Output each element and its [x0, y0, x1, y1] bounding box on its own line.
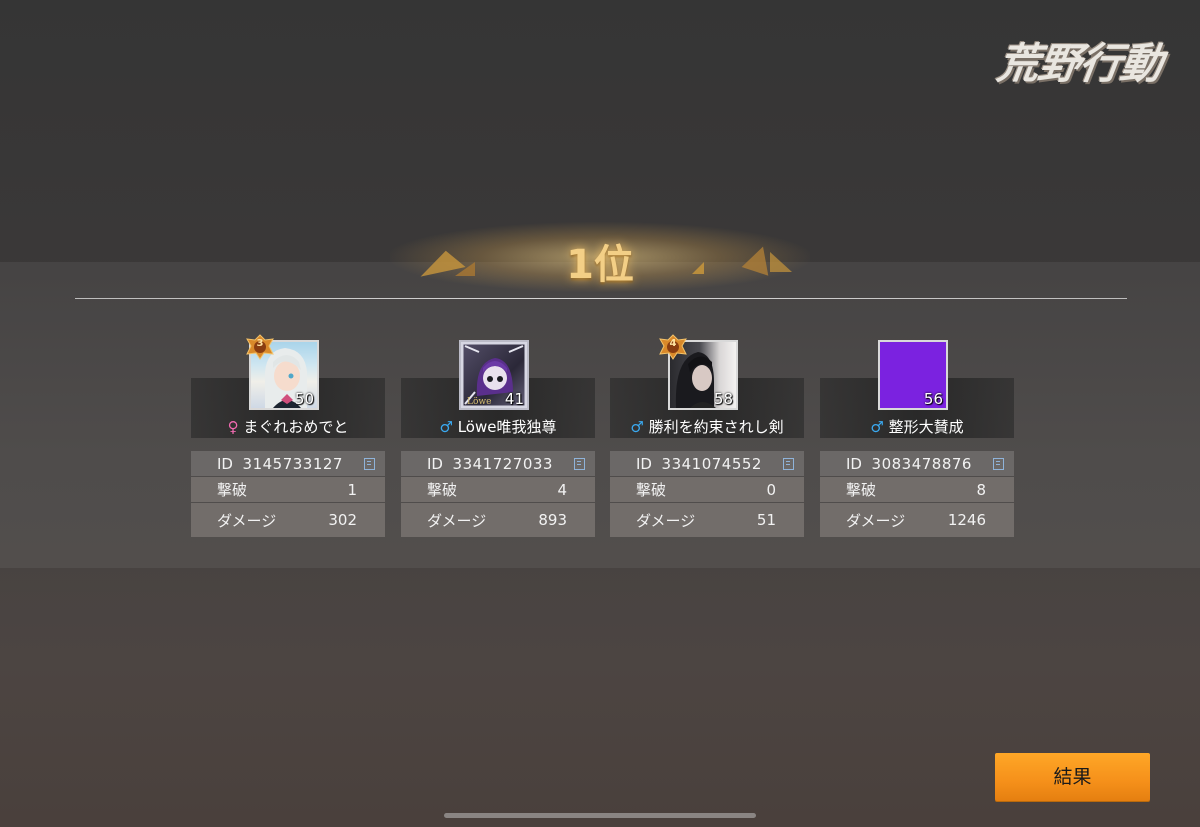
id-label: ID — [636, 454, 652, 473]
player-name-line: ♂ 整形大賛成 — [820, 416, 1014, 437]
home-indicator[interactable] — [444, 813, 756, 818]
damage-value: 302 — [328, 511, 357, 529]
svg-text:Löwe: Löwe — [467, 397, 491, 407]
rank-badge-number: 3 — [256, 338, 264, 349]
damage-label: ダメージ — [636, 511, 696, 530]
damage-row: ダメージ 302 — [191, 503, 385, 537]
damage-row: ダメージ 893 — [401, 503, 595, 537]
copy-icon[interactable] — [574, 457, 585, 470]
player-id: 3341074552 — [661, 454, 762, 473]
player-stats: ID 3083478876 撃破 8 ダメージ 1246 — [820, 451, 1014, 538]
rank-badge-icon: 3 — [245, 334, 274, 360]
result-button[interactable]: 結果 — [995, 753, 1150, 801]
player-id: 3341727033 — [452, 454, 553, 473]
rank-badge-icon: 4 — [658, 334, 687, 360]
level-label: 50 — [294, 390, 314, 408]
kills-row: 撃破 8 — [820, 477, 1014, 502]
rank-badge-number: 4 — [669, 338, 677, 349]
player-stats: ID 3341074552 撃破 0 ダメージ 51 — [610, 451, 804, 538]
player-name: まぐれおめでと — [243, 418, 349, 436]
level-label: 58 — [713, 390, 733, 408]
kills-row: 撃破 1 — [191, 477, 385, 502]
male-gender-icon: ♂ — [870, 418, 884, 436]
damage-value: 893 — [538, 511, 567, 529]
player-name: 勝利を約束されし剣 — [648, 418, 784, 436]
player-name-line: ♂ 勝利を約束されし剣 — [610, 416, 804, 437]
level-label: 41 — [504, 390, 524, 408]
copy-icon[interactable] — [993, 457, 1004, 470]
id-label: ID — [217, 454, 233, 473]
copy-icon[interactable] — [364, 457, 375, 470]
player-name: 整形大賛成 — [888, 418, 964, 436]
kills-row: 撃破 0 — [610, 477, 804, 502]
kills-label: 撃破 — [217, 481, 248, 499]
player-name-line: ♀ まぐれおめでと — [191, 416, 385, 437]
kills-label: 撃破 — [636, 481, 667, 499]
male-gender-icon: ♂ — [630, 418, 644, 436]
player-stats: ID 3145733127 撃破 1 ダメージ 302 — [191, 451, 385, 538]
player-id: 3145733127 — [242, 454, 343, 473]
avatar[interactable]: 56 — [878, 340, 948, 410]
kills-label: 撃破 — [427, 481, 458, 499]
damage-label: ダメージ — [427, 511, 487, 530]
damage-value: 51 — [756, 511, 776, 529]
kills-label: 撃破 — [846, 481, 877, 499]
kills-value: 0 — [766, 480, 776, 499]
damage-value: 1246 — [947, 511, 986, 529]
player-id-row: ID 3145733127 — [191, 451, 385, 476]
level-label: 56 — [923, 390, 943, 408]
kills-value: 1 — [347, 480, 357, 499]
damage-row: ダメージ 1246 — [820, 503, 1014, 537]
damage-label: ダメージ — [846, 511, 906, 530]
player-stats: ID 3341727033 撃破 4 ダメージ 893 — [401, 451, 595, 538]
divider-line — [75, 298, 1127, 299]
game-logo: 荒野行動 — [994, 39, 1166, 88]
kills-row: 撃破 4 — [401, 477, 595, 502]
avatar[interactable]: Löwe 41 — [459, 340, 529, 410]
copy-icon[interactable] — [783, 457, 794, 470]
female-gender-icon: ♀ — [227, 418, 239, 436]
kills-value: 8 — [976, 480, 986, 499]
player-name: Löwe唯我独尊 — [457, 418, 557, 436]
player-id-row: ID 3341727033 — [401, 451, 595, 476]
results-band — [0, 262, 1200, 568]
damage-row: ダメージ 51 — [610, 503, 804, 537]
rank-title: 1位 — [566, 242, 634, 288]
id-label: ID — [846, 454, 862, 473]
player-id-row: ID 3341074552 — [610, 451, 804, 476]
male-gender-icon: ♂ — [439, 418, 453, 436]
damage-label: ダメージ — [217, 511, 277, 530]
player-id: 3083478876 — [871, 454, 972, 473]
player-id-row: ID 3083478876 — [820, 451, 1014, 476]
id-label: ID — [427, 454, 443, 473]
kills-value: 4 — [557, 480, 567, 499]
player-name-line: ♂ Löwe唯我独尊 — [401, 416, 595, 437]
